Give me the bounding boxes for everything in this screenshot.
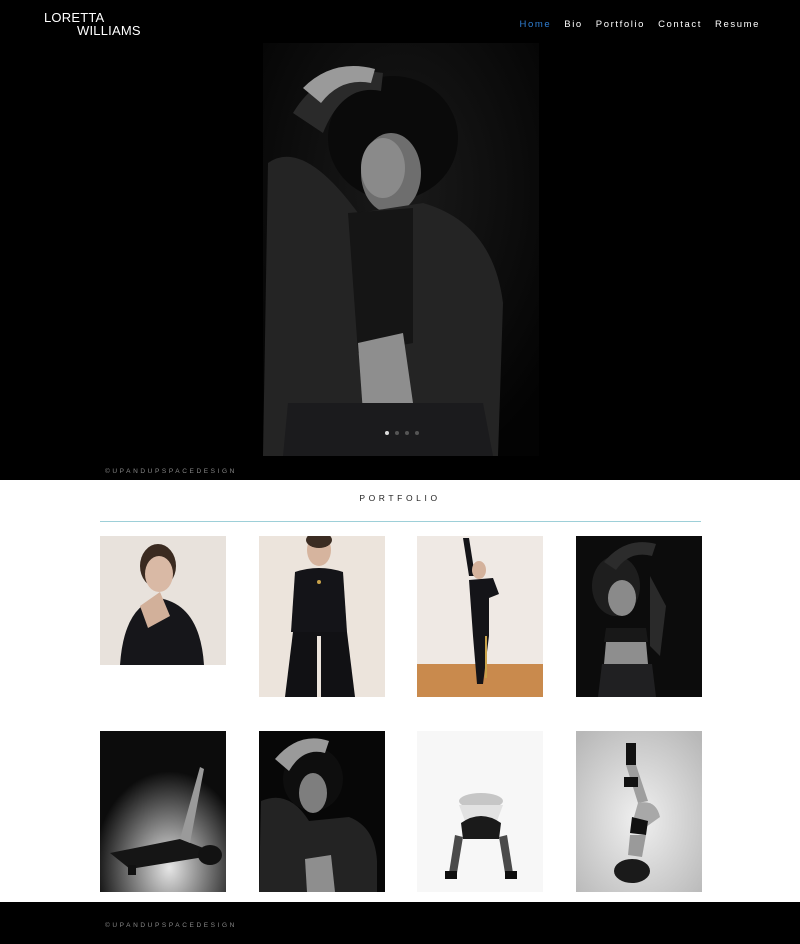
slide-dot-4[interactable] (415, 431, 419, 435)
thumb-2-image (259, 536, 385, 697)
nav-resume[interactable]: Resume (715, 19, 760, 30)
portfolio-thumb-3[interactable] (417, 536, 543, 697)
hero-slide-photo[interactable] (263, 43, 539, 456)
hero-photo-illustration (263, 43, 539, 456)
slide-dot-2[interactable] (395, 431, 399, 435)
main-nav: Home Bio Portfolio Contact Resume (520, 19, 760, 30)
nav-bio[interactable]: Bio (564, 19, 583, 30)
hero-section: LORETTA WILLIAMS Home Bio Portfolio Cont… (0, 0, 800, 480)
thumb-7-image (417, 731, 543, 892)
portfolio-divider (100, 521, 701, 522)
thumb-5-image (100, 731, 226, 892)
nav-contact[interactable]: Contact (658, 19, 702, 30)
slide-dot-3[interactable] (405, 431, 409, 435)
nav-portfolio[interactable]: Portfolio (596, 19, 645, 30)
thumb-4-image (576, 536, 702, 697)
hero-credit: ©UPANDUPSPACEDESIGN (105, 468, 237, 475)
thumb-1-image (100, 536, 226, 665)
thumb-6-image (259, 731, 385, 892)
portfolio-heading: PORTFOLIO (359, 493, 441, 503)
footer-credit: ©UPANDUPSPACEDESIGN (105, 922, 237, 929)
site-footer: ©UPANDUPSPACEDESIGN (0, 902, 800, 944)
nav-home[interactable]: Home (520, 19, 552, 30)
portfolio-thumb-8[interactable] (576, 731, 702, 892)
thumb-3-image (417, 536, 543, 697)
portfolio-thumb-1[interactable] (100, 536, 226, 665)
slide-dot-1[interactable] (385, 431, 389, 435)
portfolio-thumb-6[interactable] (259, 731, 385, 892)
portfolio-thumb-7[interactable] (417, 731, 543, 892)
portfolio-thumb-2[interactable] (259, 536, 385, 697)
portfolio-thumb-5[interactable] (100, 731, 226, 892)
site-logo[interactable]: LORETTA WILLIAMS (44, 11, 141, 37)
brand-last-name: WILLIAMS (77, 23, 141, 38)
thumb-8-image (576, 731, 702, 892)
slide-pagination (385, 431, 419, 435)
portfolio-thumb-4[interactable] (576, 536, 702, 697)
